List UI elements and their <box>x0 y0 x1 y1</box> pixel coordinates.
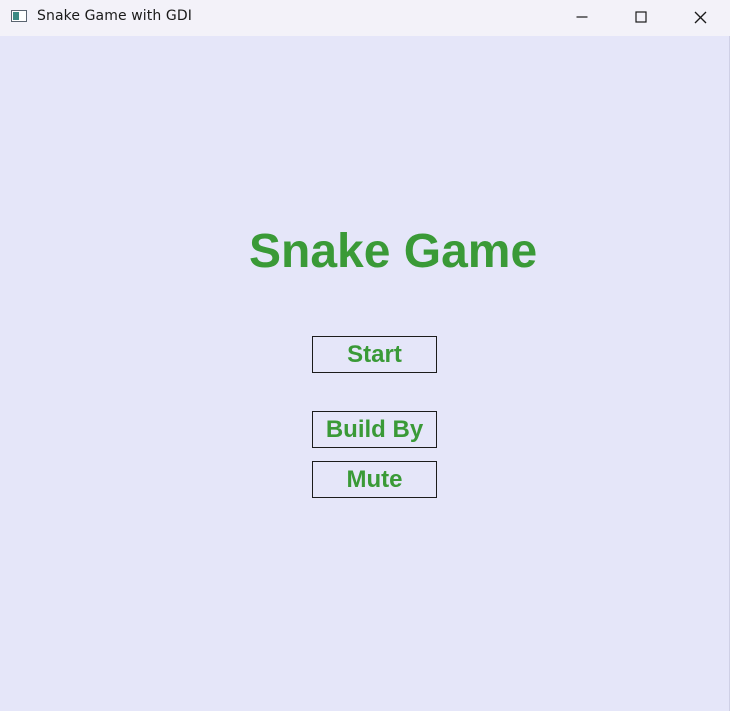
title-bar[interactable]: Snake Game with GDI <box>0 0 730 36</box>
game-title: Snake Game <box>249 225 538 278</box>
close-icon <box>694 11 706 23</box>
app-icon <box>11 10 27 22</box>
minimize-icon <box>576 16 588 18</box>
maximize-button[interactable] <box>618 0 664 34</box>
window-title: Snake Game with GDI <box>37 8 192 24</box>
mute-button[interactable]: Mute <box>312 461 437 498</box>
maximize-icon <box>635 11 647 23</box>
build-by-button[interactable]: Build By <box>312 411 437 448</box>
close-button[interactable] <box>677 0 723 34</box>
minimize-button[interactable] <box>559 0 605 34</box>
start-button[interactable]: Start <box>312 336 437 373</box>
app-window: Snake Game with GDI Snake Game Start Bui… <box>0 0 730 711</box>
